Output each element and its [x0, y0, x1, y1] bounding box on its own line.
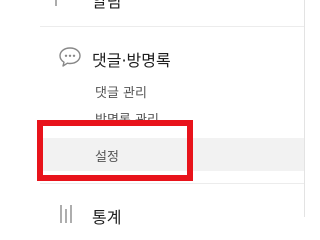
speech-bubble-icon: [59, 47, 81, 67]
divider: [40, 26, 304, 27]
blog-admin-sidebar: 알림 댓글·방명록 댓글 관리 방명록 관리 설정 통계: [0, 0, 304, 227]
panel-border: [304, 0, 305, 217]
flag-icon: [55, 0, 57, 6]
menu-item-statistics[interactable]: 통계: [92, 204, 121, 228]
annotation-highlight-box: [37, 120, 193, 181]
menu-item-comments-guestbook[interactable]: 댓글·방명록: [92, 47, 171, 71]
submenu-comment-management[interactable]: 댓글 관리: [95, 82, 147, 101]
statistics-icon: [60, 205, 72, 223]
divider: [40, 183, 304, 184]
menu-item-notifications[interactable]: 알림: [92, 0, 121, 12]
